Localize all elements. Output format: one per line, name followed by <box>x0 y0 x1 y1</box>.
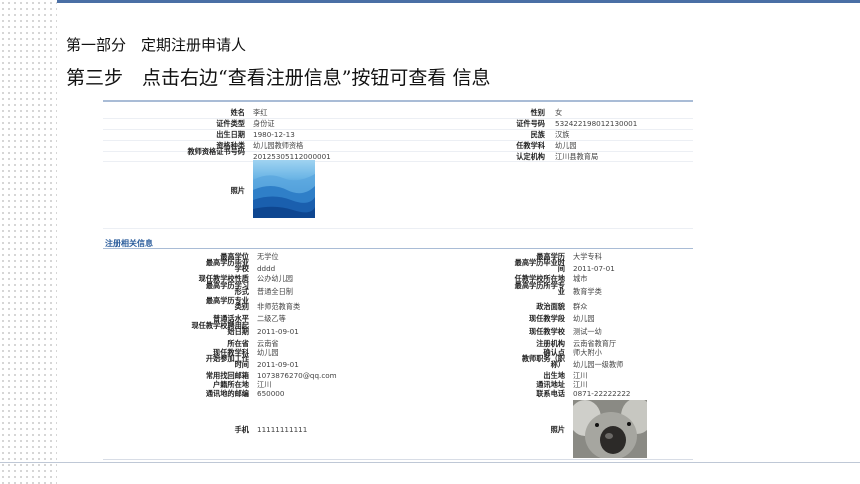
form-row: 最高学历专业类别 非师范教育类 政治面貌 群众 <box>103 296 693 312</box>
field-label: 教师职务（职称） <box>521 354 565 369</box>
field-label-phone: 手机 <box>234 425 249 434</box>
photo-label: 照片 <box>550 425 565 434</box>
field-value-ethnicity: 汉族 <box>555 130 570 139</box>
row-divider <box>103 228 693 229</box>
field-value-name: 李红 <box>253 108 268 117</box>
field-value-phone: 11111111111 <box>257 425 308 434</box>
field-value-id-type: 身份证 <box>253 119 275 128</box>
form-row: 现任教学校聘用起始日期 2011-09-01 现任教学校 测试一幼 <box>103 321 693 337</box>
field-label-name: 姓名 <box>230 108 245 117</box>
row-divider <box>103 161 693 162</box>
mountain-image <box>253 174 315 218</box>
field-label: 现任教学校聘用起始日期 <box>191 321 249 336</box>
photo-label: 照片 <box>230 186 245 195</box>
field-value: 2011-09-01 <box>257 327 299 336</box>
field-label-gender: 性别 <box>530 108 545 117</box>
field-label-ethnicity: 民族 <box>530 130 545 139</box>
field-value: 非师范教育类 <box>257 302 301 311</box>
field-label: 联系电话 <box>536 389 565 398</box>
field-value: 测试一幼 <box>573 327 602 336</box>
field-label: 最高学历毕业学校 <box>205 258 249 273</box>
section-divider <box>103 248 693 249</box>
field-label: 最高学历专业类别 <box>205 296 249 311</box>
form-row: 证件类型 身份证 证件号码 532422198012130001 <box>103 118 693 129</box>
field-value: 普通全日制 <box>257 287 293 296</box>
field-value: 0871-22222222 <box>573 389 631 398</box>
form-row: 最高学历学习形式 普通全日制 最高学历所学专业 教育学类 <box>103 281 693 297</box>
field-value-gender: 女 <box>555 108 563 117</box>
field-value-birth-date: 1980-12-13 <box>253 130 295 139</box>
bottom-rule <box>0 462 860 463</box>
field-label: 通讯地的邮编 <box>205 389 249 398</box>
top-accent-rule <box>57 0 860 3</box>
field-label: 最高学历毕业时间 <box>514 258 565 273</box>
form-row: 教师资格证书号码 20125305112000001 认定机构 江川县教育局 <box>103 147 693 161</box>
field-value: 教育学类 <box>573 287 602 296</box>
field-value: 群众 <box>573 302 588 311</box>
field-label-id-type: 证件类型 <box>216 119 245 128</box>
koala-photo <box>573 400 647 458</box>
field-label: 最高学历所学专业 <box>514 281 565 296</box>
field-label: 政治面貌 <box>536 302 565 311</box>
field-label: 最高学历学习形式 <box>205 281 249 296</box>
section-heading: 第一部分 定期注册申请人 <box>66 36 247 54</box>
koala-image <box>573 400 647 458</box>
form-row: 通讯地的邮编 650000 联系电话 0871-22222222 <box>103 388 693 399</box>
field-label-certificate-number: 教师资格证书号码 <box>187 147 245 156</box>
form-row: 最高学历毕业学校 dddd 最高学历毕业时间 2011-07-01 <box>103 258 693 274</box>
id-photo <box>253 160 315 218</box>
field-value: 幼儿园一级教师 <box>573 360 624 369</box>
field-label-id-number: 证件号码 <box>516 119 545 128</box>
field-value: 650000 <box>257 389 285 398</box>
form-row: 开始参加工作时间 2011-09-01 教师职务（职称） 幼儿园一级教师 <box>103 354 693 370</box>
field-value: 2011-09-01 <box>257 360 299 369</box>
field-label: 现任教学校 <box>529 327 565 336</box>
field-label-birth-date: 出生日期 <box>216 130 245 139</box>
registration-info-form: 姓名 李红 性别 女 证件类型 身份证 证件号码 532422198012130… <box>103 100 693 460</box>
step-heading: 第三步 点击右边“查看注册信息”按钮可查看 信息 <box>66 67 491 89</box>
field-value-id-number: 532422198012130001 <box>555 119 638 128</box>
field-label: 开始参加工作时间 <box>205 354 249 369</box>
form-row: 出生日期 1980-12-13 民族 汉族 <box>103 129 693 140</box>
form-row: 姓名 李红 性别 女 <box>103 107 693 118</box>
